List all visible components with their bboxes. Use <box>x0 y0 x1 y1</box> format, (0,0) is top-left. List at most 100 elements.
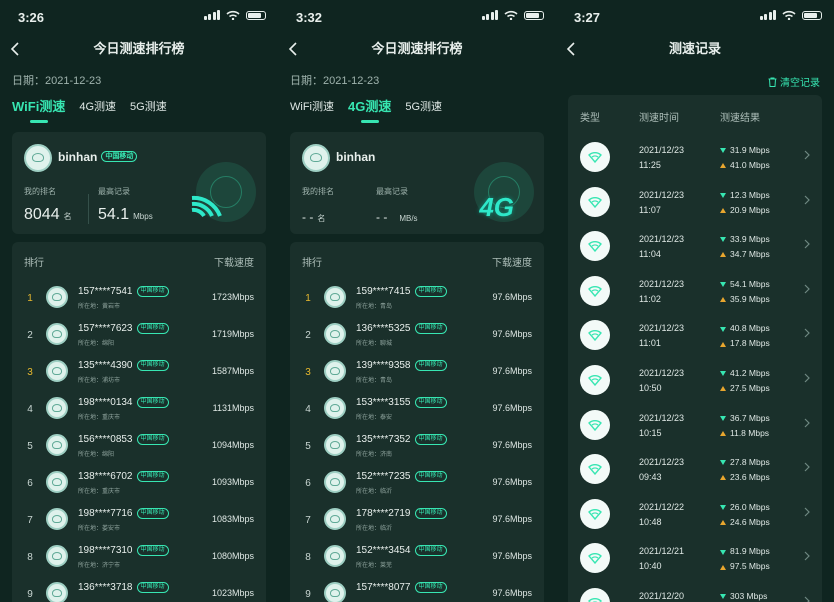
history-row[interactable]: 2021/12/23 11:25 31.9 Mbps 41.0 Mbps <box>568 133 822 178</box>
history-row[interactable]: 2021/12/23 10:15 36.7 Mbps 11.8 Mbps <box>568 401 822 446</box>
test-time: 11:07 <box>639 204 661 215</box>
nav-bar: 今日测速排行榜 <box>278 36 556 62</box>
status-time: 3:27 <box>574 10 601 25</box>
test-date: 2021/12/23 <box>639 278 685 289</box>
upload-result: 34.7 Mbps <box>730 249 770 260</box>
history-row[interactable]: 2021/12/22 10:48 26.0 Mbps 24.6 Mbps <box>568 490 822 535</box>
back-icon[interactable] <box>566 42 576 56</box>
download-speed: 97.6Mbps <box>492 292 532 302</box>
nav-bar: 测速记录 <box>556 36 834 62</box>
battery-icon <box>524 10 544 20</box>
my-rank-label: 我的排名 <box>24 187 56 196</box>
chevron-right-icon <box>804 596 810 602</box>
rank-number: 3 <box>305 367 311 378</box>
type-header: 类型 <box>580 113 600 124</box>
my-rank-value: 8044 <box>24 206 60 223</box>
table-row: 6 138****6702 中国移动 所在地：重庆市 1093Mbps <box>12 465 266 502</box>
location-label: 所在地：绵阳 <box>78 452 115 458</box>
best-record-label: 最高记录 <box>376 187 408 196</box>
upload-result: 11.8 Mbps <box>730 427 770 438</box>
best-record-value: - - <box>376 210 388 224</box>
tab-wifi[interactable]: WiFi测速 <box>290 98 334 121</box>
test-time: 10:50 <box>639 383 662 393</box>
history-row[interactable]: 2021/12/23 11:01 40.8 Mbps 17.8 Mbps <box>568 311 822 356</box>
test-date: 2021/12/20 <box>639 591 685 601</box>
time-header: 测速时间 <box>639 113 679 124</box>
wifi-icon <box>226 10 240 20</box>
history-screen: 3:27 测速记录 清空记录 类型 测速时间 测速结果 2021/12/23 11… <box>556 0 834 602</box>
download-result: 36.7 Mbps <box>730 412 770 423</box>
avatar <box>302 144 330 172</box>
back-icon[interactable] <box>288 42 298 56</box>
phone-number: 157****7541 <box>78 286 133 298</box>
upload-arrow-icon <box>720 520 726 526</box>
avatar <box>324 360 346 382</box>
history-row[interactable]: 2021/12/21 10:40 81.9 Mbps 97.5 Mbps <box>568 534 822 579</box>
wifi-type-icon <box>580 186 610 217</box>
wifi-icon <box>782 10 796 20</box>
history-row[interactable]: 2021/12/23 11:02 54.1 Mbps 35.9 Mbps <box>568 267 822 312</box>
table-row: 9 157****8077 中国移动 97.6Mbps <box>290 576 544 602</box>
download-speed: 97.6Mbps <box>492 588 532 598</box>
upload-arrow-icon <box>720 564 726 570</box>
avatar <box>46 434 68 456</box>
table-row: 4 198****0134 中国移动 所在地：重庆市 1131Mbps <box>12 391 266 428</box>
tab-wifi[interactable]: WiFi测速 <box>12 96 65 121</box>
tab-5g[interactable]: 5G测速 <box>130 98 167 121</box>
test-date: 2021/12/23 <box>639 368 685 378</box>
avatar <box>46 508 68 530</box>
upload-arrow-icon <box>720 207 726 213</box>
phone-number: 135****4390 <box>78 360 133 372</box>
chevron-right-icon <box>804 284 810 294</box>
upload-arrow-icon <box>720 252 726 258</box>
location-label: 所在地：青岛 <box>356 378 393 384</box>
download-result: 41.2 Mbps <box>730 368 770 378</box>
battery-icon <box>802 10 822 20</box>
tab-5g[interactable]: 5G测速 <box>405 98 442 121</box>
rank-number: 9 <box>27 589 33 600</box>
download-arrow-icon <box>720 282 726 288</box>
tab-4g[interactable]: 4G测速 <box>348 96 391 121</box>
location-label: 所在地：泰安 <box>356 415 393 421</box>
tab-4g[interactable]: 4G测速 <box>79 98 116 121</box>
wifi-type-icon <box>580 365 610 395</box>
divider <box>88 194 89 224</box>
status-time: 3:32 <box>296 10 323 25</box>
history-row[interactable]: 2021/12/23 09:43 27.8 Mbps 23.6 Mbps <box>568 445 822 490</box>
location-label: 所在地：济宁市 <box>78 563 121 569</box>
avatar <box>324 508 346 530</box>
wifi-type-icon <box>580 320 610 351</box>
location-label: 所在地：莱芜 <box>356 563 393 569</box>
test-date: 2021/12/23 <box>639 189 685 200</box>
wifi-type-icon <box>580 498 610 529</box>
username: binhan <box>58 150 98 164</box>
clear-records-button[interactable]: 清空记录 <box>768 74 820 89</box>
table-row: 3 139****9358 中国移动 所在地：青岛 97.6Mbps <box>290 354 544 391</box>
chevron-right-icon <box>804 373 810 383</box>
chevron-right-icon <box>804 328 810 338</box>
table-row: 1 157****7541 中国移动 所在地：黄岩市 1723Mbps <box>12 280 266 317</box>
operator-badge: 中国移动 <box>414 286 447 297</box>
upload-arrow-icon <box>720 163 726 169</box>
history-row[interactable]: 2021/12/23 11:04 33.9 Mbps 34.7 Mbps <box>568 222 822 267</box>
download-arrow-icon <box>720 594 726 600</box>
best-record-label: 最高记录 <box>98 187 130 196</box>
history-row[interactable]: 2021/12/23 11:07 12.3 Mbps 20.9 Mbps <box>568 178 822 223</box>
back-icon[interactable] <box>10 42 20 56</box>
download-speed: 97.6Mbps <box>492 477 532 487</box>
operator-badge: 中国移动 <box>136 582 169 593</box>
history-row[interactable]: 2021/12/23 10:50 41.2 Mbps 27.5 Mbps <box>568 356 822 401</box>
rank-number: 2 <box>305 330 311 341</box>
download-speed: 1723Mbps <box>211 292 254 302</box>
ranking-list: 排行 下载速度 1 157****7541 中国移动 所在地：黄岩市 1723Mbps 2… <box>12 242 266 602</box>
table-row: 8 152****3454 中国移动 所在地：莱芜 97.6Mbps <box>290 539 544 576</box>
history-row[interactable]: 2021/12/20 303 Mbps <box>568 579 822 602</box>
operator-badge: 中国移动 <box>414 471 447 482</box>
rank-number: 4 <box>27 404 33 415</box>
username: binhan <box>336 150 376 164</box>
rank-number: 7 <box>27 515 33 526</box>
rank-number: 6 <box>27 478 33 489</box>
rank-number: 9 <box>305 589 311 600</box>
download-speed: 1131Mbps <box>212 403 254 413</box>
chevron-right-icon <box>804 462 810 472</box>
